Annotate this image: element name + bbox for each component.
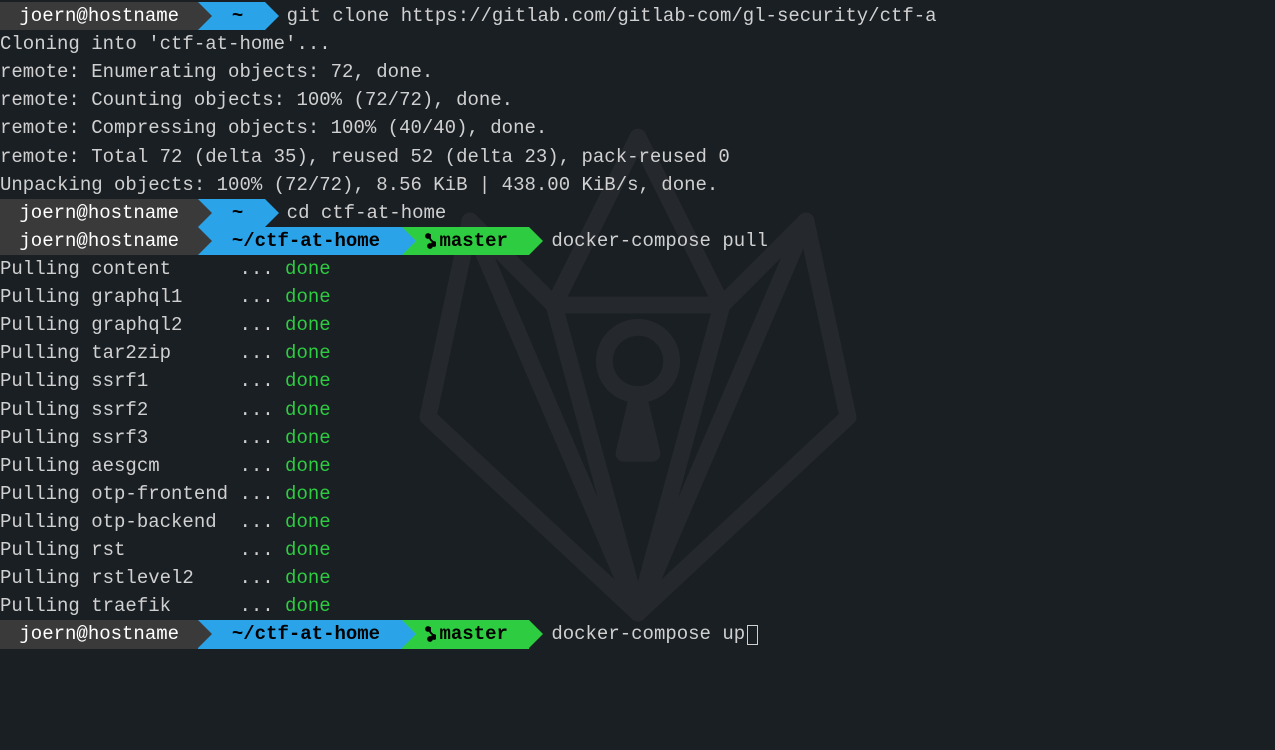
pull-status-line: Pulling graphql2 ... done bbox=[0, 311, 1275, 339]
prompt-line-1: joern@hostname ~ git clone https://gitla… bbox=[0, 2, 1275, 30]
output-line: remote: Counting objects: 100% (72/72), … bbox=[0, 86, 1275, 114]
pull-status-line: Pulling rstlevel2 ... done bbox=[0, 564, 1275, 592]
command-text: docker-compose up bbox=[529, 620, 758, 648]
pull-status-line: Pulling otp-backend ... done bbox=[0, 508, 1275, 536]
git-branch-icon bbox=[424, 626, 436, 642]
pull-status-line: Pulling ssrf3 ... done bbox=[0, 424, 1275, 452]
output-line: Cloning into 'ctf-at-home'... bbox=[0, 30, 1275, 58]
pull-status-line: Pulling traefik ... done bbox=[0, 592, 1275, 620]
prompt-branch-segment: master bbox=[402, 620, 530, 648]
output-line: Unpacking objects: 100% (72/72), 8.56 Ki… bbox=[0, 171, 1275, 199]
prompt-user-segment: joern@hostname bbox=[0, 199, 198, 227]
pull-status-line: Pulling tar2zip ... done bbox=[0, 339, 1275, 367]
output-line: remote: Enumerating objects: 72, done. bbox=[0, 58, 1275, 86]
command-text: git clone https://gitlab.com/gitlab-com/… bbox=[265, 2, 937, 30]
prompt-path-segment: ~/ctf-at-home bbox=[198, 620, 401, 648]
git-branch-icon bbox=[424, 233, 436, 249]
prompt-path-segment: ~/ctf-at-home bbox=[198, 227, 401, 255]
pull-status-line: Pulling rst ... done bbox=[0, 536, 1275, 564]
pull-status-line: Pulling content ... done bbox=[0, 255, 1275, 283]
command-text: docker-compose pull bbox=[529, 227, 768, 255]
prompt-user-segment: joern@hostname bbox=[0, 620, 198, 648]
prompt-line-4: joern@hostname ~/ctf-at-home master dock… bbox=[0, 620, 1275, 648]
output-line: remote: Compressing objects: 100% (40/40… bbox=[0, 114, 1275, 142]
prompt-line-2: joern@hostname ~ cd ctf-at-home bbox=[0, 199, 1275, 227]
terminal-cursor bbox=[747, 625, 758, 645]
prompt-user-segment: joern@hostname bbox=[0, 227, 198, 255]
pull-status-line: Pulling graphql1 ... done bbox=[0, 283, 1275, 311]
pull-status-line: Pulling otp-frontend ... done bbox=[0, 480, 1275, 508]
pull-status-line: Pulling ssrf2 ... done bbox=[0, 396, 1275, 424]
command-text: cd ctf-at-home bbox=[265, 199, 447, 227]
output-line: remote: Total 72 (delta 35), reused 52 (… bbox=[0, 143, 1275, 171]
pull-status-line: Pulling aesgcm ... done bbox=[0, 452, 1275, 480]
pull-status-line: Pulling ssrf1 ... done bbox=[0, 367, 1275, 395]
prompt-branch-segment: master bbox=[402, 227, 530, 255]
prompt-user-segment: joern@hostname bbox=[0, 2, 198, 30]
prompt-line-3: joern@hostname ~/ctf-at-home master dock… bbox=[0, 227, 1275, 255]
terminal-output[interactable]: joern@hostname ~ git clone https://gitla… bbox=[0, 2, 1275, 649]
